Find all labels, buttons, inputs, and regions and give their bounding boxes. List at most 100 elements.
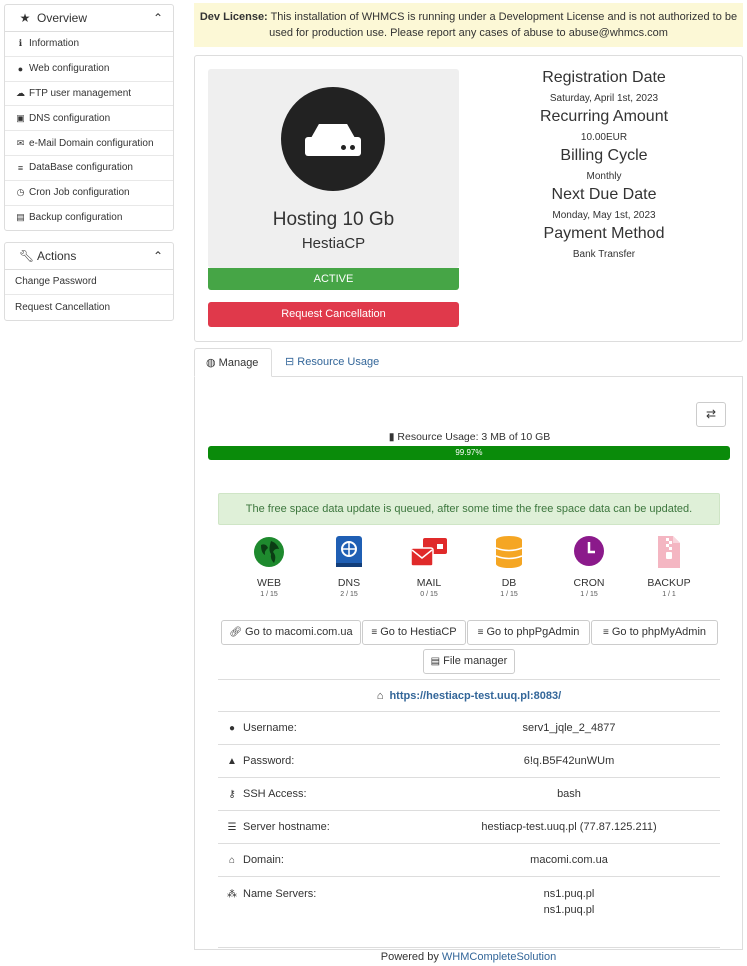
button-label: Go to HestiaCP — [380, 626, 457, 638]
product-name: Hosting 10 Gb — [272, 209, 395, 230]
sidebar-item-label: DataBase configuration — [29, 162, 133, 174]
file-manager-button[interactable]: ▤ File manager — [423, 649, 515, 674]
footer-link[interactable]: WHMCompleteSolution — [442, 951, 556, 963]
next-due-date-value: Monday, May 1st, 2023 — [552, 210, 656, 221]
footer-text: Powered by — [380, 951, 442, 963]
service-dns[interactable]: DNS 2 / 15 — [309, 535, 389, 598]
service-name: MAIL — [416, 577, 442, 589]
status-badge: ACTIVE — [208, 268, 459, 290]
overview-title: Overview — [37, 11, 88, 25]
globe-icon: ◍ — [206, 357, 216, 369]
banner-text: This installation of WHMCS is running un… — [267, 11, 738, 39]
service-name: BACKUP — [647, 577, 691, 589]
sidebar-item-request-cancellation[interactable]: Request Cancellation — [5, 295, 173, 320]
sidebar-item-label: Information — [29, 38, 80, 50]
panel-url-link[interactable]: https://hestiacp-test.uuq.pl:8083/ — [389, 690, 561, 702]
overview-panel: ★ Overview ⌃ ℹ Information ● Web configu… — [4, 4, 174, 232]
dev-license-banner: Dev License: This installation of WHMCS … — [194, 3, 743, 47]
globe-icon: ● — [17, 63, 24, 74]
billing-cycle-value: Monthly — [586, 171, 622, 182]
ssh-row: ⚷ SSH Access: bash — [218, 777, 720, 810]
go-to-phpmyadmin-button[interactable]: ≡ Go to phpMyAdmin — [591, 620, 718, 645]
service-cron[interactable]: CRON 1 / 15 — [549, 535, 629, 598]
row-label: Password: — [243, 755, 295, 767]
chevron-up-icon[interactable]: ⌃ — [153, 11, 163, 25]
mail-icon — [410, 535, 447, 569]
house-icon: ⌂ — [228, 855, 236, 866]
chevron-up-icon[interactable]: ⌃ — [153, 249, 163, 263]
row-label: Name Servers: — [243, 888, 317, 900]
sidebar-item-information[interactable]: ℹ Information — [5, 32, 173, 57]
sidebar-item-ftp[interactable]: ☁ FTP user management — [5, 82, 173, 107]
recurring-amount-label: Recurring Amount — [539, 108, 669, 125]
file-archive-icon: ▤ — [16, 212, 25, 223]
dns-book-icon — [333, 535, 365, 569]
database-icon: ≡ — [603, 627, 609, 638]
service-count: 1 / 15 — [500, 591, 518, 598]
database-icon: ≡ — [17, 162, 24, 173]
service-name: DNS — [337, 577, 361, 589]
sidebar-item-label: Change Password — [15, 276, 97, 288]
billing-cycle-label: Billing Cycle — [560, 147, 648, 164]
product-box: Hosting 10 Gb HestiaCP — [208, 69, 459, 268]
overview-header[interactable]: ★ Overview ⌃ — [5, 5, 173, 32]
actions-title: Actions — [37, 249, 77, 263]
tab-resource-label: Resource Usage — [297, 356, 380, 368]
service-web[interactable]: WEB 1 / 15 — [229, 535, 309, 598]
actions-header[interactable]: 🔧︎ Actions ⌃ — [5, 243, 173, 270]
row-label: Server hostname: — [243, 821, 330, 833]
clock-icon: ◷ — [16, 187, 25, 198]
resource-usage-text: Resource Usage: 3 MB of 10 GB — [397, 431, 551, 443]
username-row: ● Username: serv1_jqle_2_4877 — [218, 711, 720, 744]
service-db[interactable]: DB 1 / 15 — [469, 535, 549, 598]
domain-value: macomi.com.ua — [530, 854, 608, 866]
retweet-icon: ⇄ — [705, 407, 717, 421]
banner-strong: Dev License: — [199, 11, 268, 23]
go-to-hestiacp-button[interactable]: ≡ Go to HestiaCP — [362, 620, 466, 645]
footer: Powered by WHMCompleteSolution — [194, 951, 743, 963]
hdd-small-icon: ⊟ — [285, 356, 295, 368]
link-icon: 🔗︎ — [229, 627, 243, 638]
service-count: 1 / 15 — [580, 591, 598, 598]
service-mail[interactable]: MAIL 0 / 15 — [389, 535, 469, 598]
tab-manage[interactable]: ◍ Manage — [194, 348, 272, 377]
sidebar-item-database[interactable]: ≡ DataBase configuration — [5, 156, 173, 181]
home-icon: ⌂ — [376, 690, 384, 702]
button-label: Go to macomi.com.ua — [245, 626, 353, 638]
sidebar-item-cron[interactable]: ◷ Cron Job configuration — [5, 181, 173, 206]
tab-bar: ◍ Manage ⊟ Resource Usage — [194, 348, 743, 377]
service-backup[interactable]: BACKUP 1 / 1 — [629, 535, 709, 598]
mail-icon: ✉ — [16, 137, 25, 148]
sidebar-item-label: Cron Job configuration — [29, 187, 130, 199]
nameservers-row: ⁂ Name Servers: ns1.puq.pl ns1.puq.pl — [218, 876, 720, 948]
request-cancellation-button[interactable]: Request Cancellation — [208, 302, 459, 327]
sidebar-item-change-password[interactable]: Change Password — [5, 270, 173, 295]
tab-resource-usage[interactable]: ⊟ Resource Usage — [274, 348, 390, 377]
payment-method-label: Payment Method — [543, 225, 665, 242]
service-count: 1 / 15 — [260, 591, 278, 598]
service-count: 1 / 1 — [662, 591, 676, 598]
registration-date-value: Saturday, April 1st, 2023 — [549, 93, 659, 104]
sidebar-item-web[interactable]: ● Web configuration — [5, 57, 173, 82]
hostname-value: hestiacp-test.uuq.pl (77.87.125.211) — [481, 821, 657, 833]
database-icon: ≡ — [477, 627, 484, 638]
refresh-button[interactable]: ⇄ — [696, 402, 726, 427]
key-icon: ⚷ — [228, 789, 236, 800]
sidebar-item-dns[interactable]: ▣ DNS configuration — [5, 106, 173, 132]
go-to-phppgadmin-button[interactable]: ≡ Go to phpPgAdmin — [467, 620, 590, 645]
next-due-date-label: Next Due Date — [551, 186, 657, 203]
sidebar-item-mail[interactable]: ✉ e-Mail Domain configuration — [5, 131, 173, 156]
disk-progress-bar: 99.97% — [208, 446, 730, 460]
payment-method-value: Bank Transfer — [572, 249, 636, 260]
ssh-value: bash — [557, 788, 581, 800]
server-icon: ☰ — [227, 822, 237, 833]
info-alert: The free space data update is queued, af… — [218, 493, 720, 525]
nameserver-1: ns1.puq.pl — [543, 888, 595, 900]
sidebar-item-label: Request Cancellation — [15, 301, 111, 313]
go-to-site-button[interactable]: 🔗︎ Go to macomi.com.ua — [221, 620, 361, 645]
resource-usage-label: ▮ Resource Usage: 3 MB of 10 GB — [195, 431, 744, 443]
sidebar-item-label: FTP user management — [29, 87, 132, 99]
wrench-icon: 🔧︎ — [19, 249, 35, 263]
sidebar-item-backup[interactable]: ▤ Backup configuration — [5, 206, 173, 231]
row-label: SSH Access: — [243, 788, 307, 800]
